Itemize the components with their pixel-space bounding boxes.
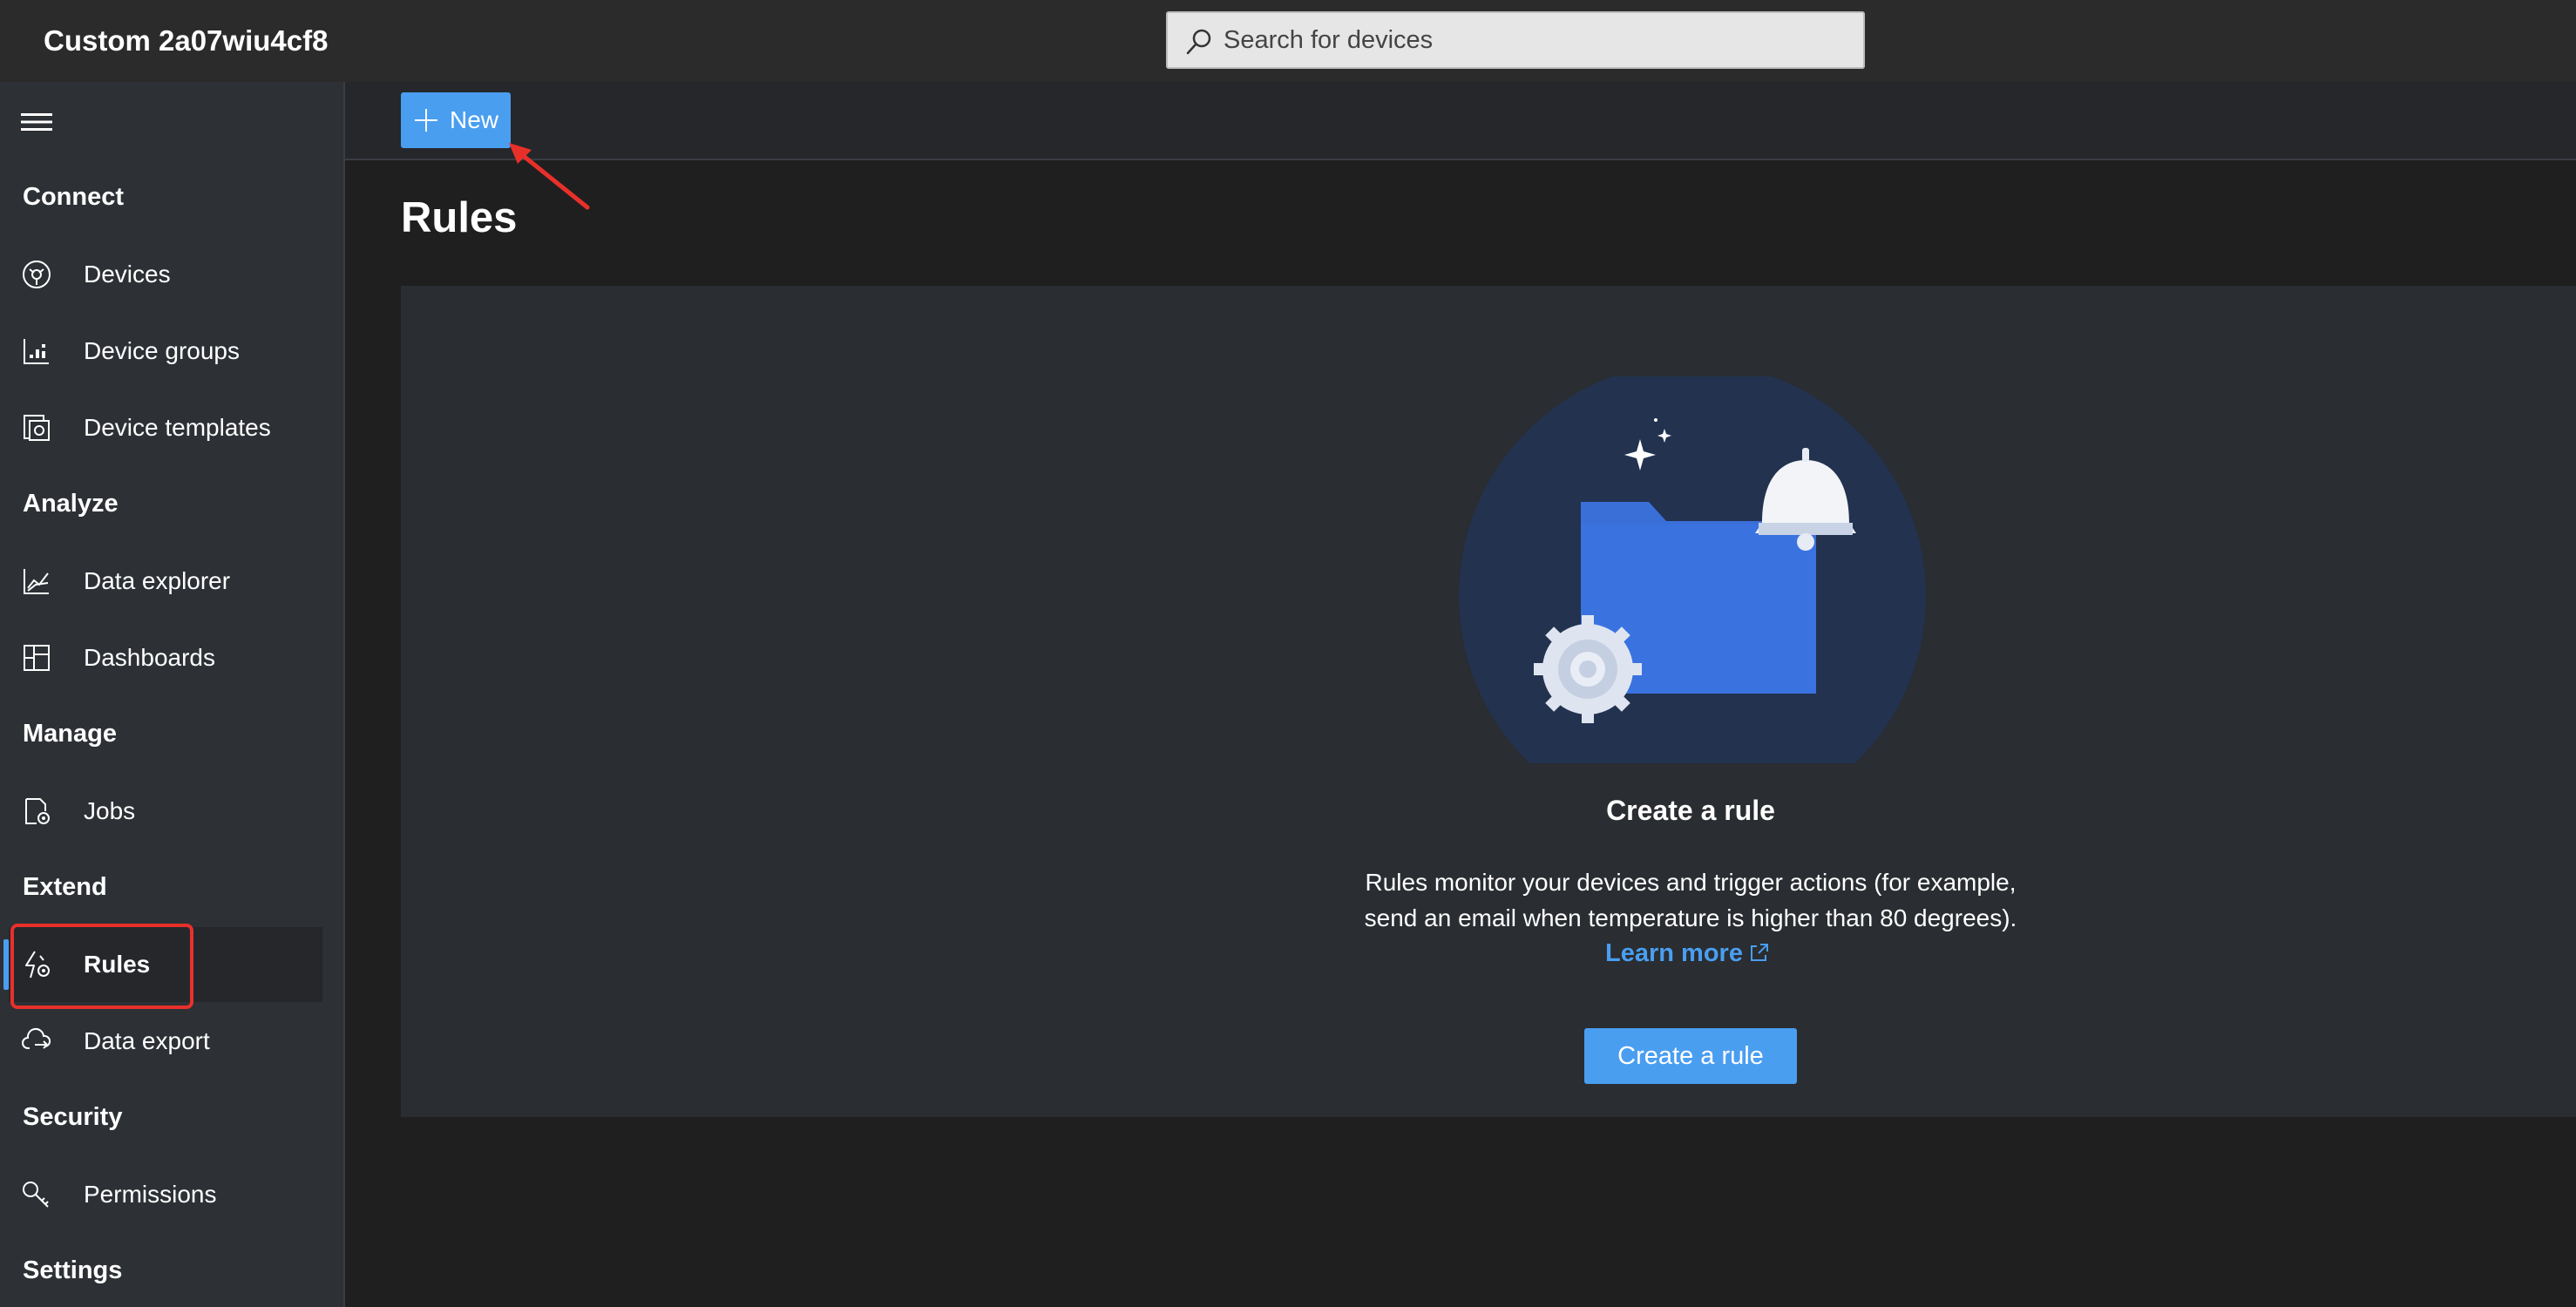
- jobs-icon: [25, 798, 50, 824]
- empty-state-title: Create a rule: [1606, 795, 1775, 826]
- section-extend: Extend: [23, 873, 107, 901]
- external-link-icon: [1750, 944, 1768, 961]
- sidebar-item-data-explorer[interactable]: Data explorer: [9, 544, 322, 619]
- device-templates-icon: [24, 415, 50, 441]
- search-icon: [1186, 29, 1211, 55]
- sidebar-item-data-export[interactable]: Data export: [9, 1004, 322, 1079]
- search-box[interactable]: Search for devices: [1166, 11, 1865, 69]
- rules-icon: [25, 951, 50, 979]
- new-button[interactable]: New: [401, 92, 511, 148]
- devices-icon: [23, 261, 51, 288]
- sidebar-item-label: Jobs: [84, 797, 136, 824]
- device-groups-icon: [24, 339, 49, 364]
- sidebar-item-jobs[interactable]: Jobs: [9, 774, 322, 849]
- top-bar: Custom 2a07wiu4cf8 Search for devices: [0, 0, 2576, 82]
- section-settings: Settings: [23, 1256, 123, 1284]
- sidebar: Connect Devices Device groups Device tem…: [0, 82, 345, 1307]
- empty-state-description-line2: send an email when temperature is higher…: [1364, 904, 2017, 931]
- command-bar: New: [345, 82, 2576, 160]
- sidebar-item-label: Data export: [84, 1027, 210, 1054]
- section-security: Security: [23, 1103, 123, 1131]
- sidebar-item-label: Dashboards: [84, 644, 215, 671]
- active-indicator: [3, 939, 9, 990]
- empty-state-description-line1: Rules monitor your devices and trigger a…: [1365, 869, 2017, 896]
- search-placeholder: Search for devices: [1224, 26, 1434, 54]
- sidebar-item-label: Rules: [84, 951, 151, 978]
- dashboard-icon: [24, 645, 50, 671]
- sidebar-item-device-groups[interactable]: Device groups: [9, 314, 322, 389]
- sidebar-item-dashboards[interactable]: Dashboards: [9, 620, 322, 695]
- sidebar-item-label: Device groups: [84, 337, 240, 364]
- section-manage: Manage: [23, 720, 117, 748]
- sidebar-item-label: Permissions: [84, 1181, 217, 1208]
- sidebar-item-device-templates[interactable]: Device templates: [9, 390, 322, 465]
- app-title: Custom 2a07wiu4cf8: [44, 24, 329, 57]
- hamburger-menu-icon[interactable]: [21, 110, 52, 134]
- create-rule-button[interactable]: Create a rule: [1584, 1028, 1797, 1084]
- sidebar-item-devices[interactable]: Devices: [9, 237, 322, 312]
- learn-more-link[interactable]: Learn more: [1605, 939, 1771, 974]
- cloud-export-icon: [22, 1028, 51, 1049]
- sidebar-item-label: Data explorer: [84, 567, 231, 594]
- chart-line-icon: [24, 569, 49, 594]
- key-icon: [23, 1182, 49, 1208]
- page-title: Rules: [401, 194, 518, 241]
- plus-icon: [415, 109, 437, 132]
- section-analyze: Analyze: [23, 490, 119, 518]
- sidebar-item-rules[interactable]: Rules: [3, 927, 322, 1002]
- sidebar-item-label: Device templates: [84, 414, 271, 441]
- rules-illustration-icon: [1459, 376, 1926, 763]
- learn-more-label: Learn more: [1605, 939, 1743, 967]
- sidebar-item-permissions[interactable]: Permissions: [9, 1157, 322, 1232]
- empty-state-description: Rules monitor your devices and trigger a…: [1307, 864, 2074, 936]
- section-connect: Connect: [23, 183, 124, 211]
- new-button-label: New: [450, 106, 499, 133]
- sidebar-item-label: Devices: [84, 261, 171, 288]
